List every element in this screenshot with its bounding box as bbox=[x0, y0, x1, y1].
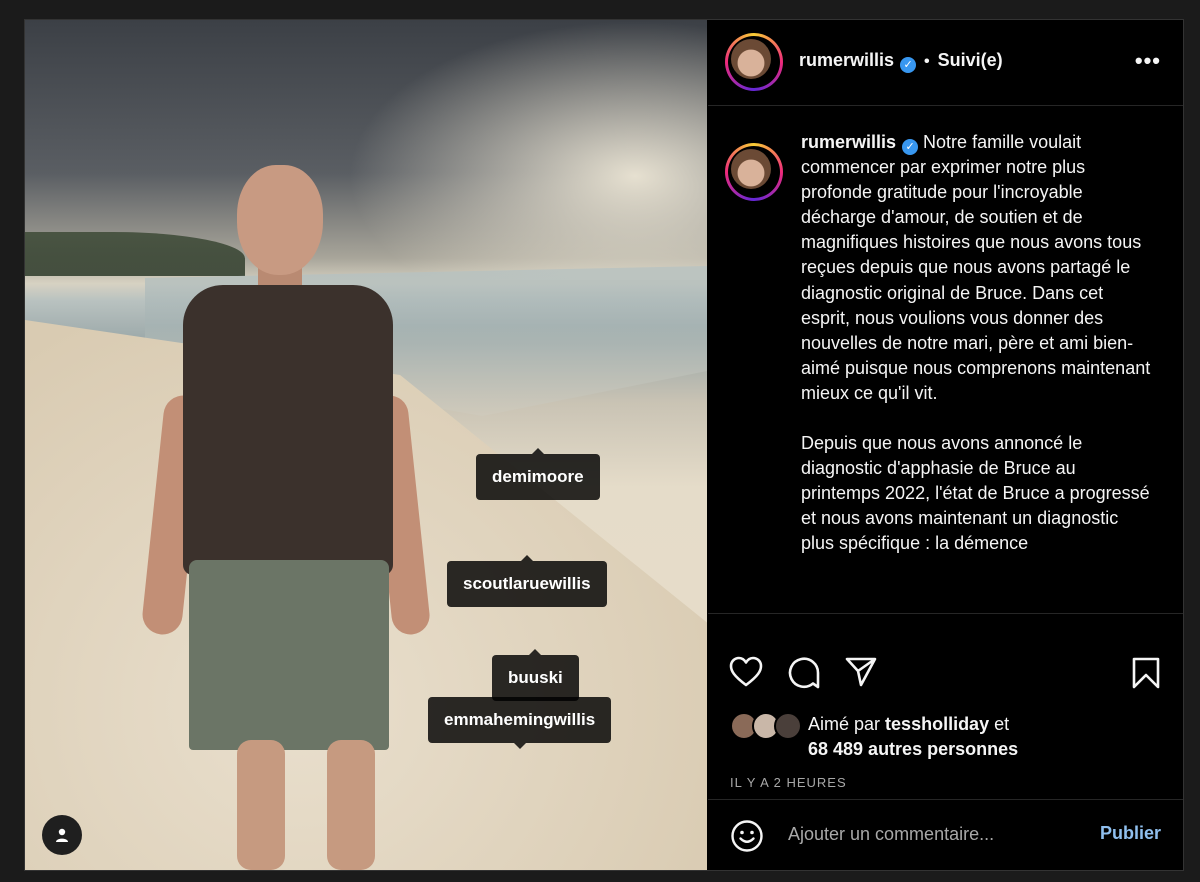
photo-tag-emmahemingwillis[interactable]: emmahemingwillis bbox=[428, 697, 612, 749]
left-leg bbox=[237, 740, 285, 870]
post-timestamp[interactable]: IL Y A 2 HEURES bbox=[730, 775, 847, 790]
tagged-users-button[interactable] bbox=[42, 815, 82, 855]
comment-input[interactable]: Ajouter un commentaire... bbox=[788, 824, 994, 845]
liker-username[interactable]: tessholliday bbox=[885, 714, 989, 734]
comment-bar: Ajouter un commentaire... Publier bbox=[708, 799, 1183, 871]
photo-tag-buuski[interactable]: buuski bbox=[492, 649, 579, 701]
shirt bbox=[183, 285, 393, 575]
likes-summary: Aimé par tessholliday et 68 489 autres p… bbox=[808, 712, 1018, 762]
likes-conjunction: et bbox=[994, 714, 1010, 734]
man-on-beach bbox=[140, 165, 432, 870]
post-photo[interactable]: demimoore scoutlaruewillis buuski emmahe… bbox=[25, 20, 707, 870]
paper-plane-icon[interactable] bbox=[844, 656, 878, 688]
post-header: rumerwillis ✓ • Suivi(e) ••• bbox=[708, 20, 1183, 106]
follow-status-button[interactable]: Suivi(e) bbox=[938, 50, 1003, 70]
right-leg bbox=[327, 740, 375, 870]
post-actions: Aimé par tessholliday et 68 489 autres p… bbox=[708, 613, 1183, 800]
caption-paragraph-1: rumerwillis ✓ Notre famille voulait commen… bbox=[801, 130, 1151, 406]
header-user-line: rumerwillis ✓ • Suivi(e) bbox=[799, 50, 1003, 73]
photo-tag-scoutlaruewillis[interactable]: scoutlaruewillis bbox=[447, 555, 607, 607]
likes-others-count[interactable]: 68 489 autres personnes bbox=[808, 739, 1018, 759]
verified-badge-icon: ✓ bbox=[900, 57, 917, 73]
header-separator: • bbox=[924, 53, 930, 70]
post-modal: demimoore scoutlaruewillis buuski emmahe… bbox=[24, 19, 1184, 871]
caption-text: rumerwillis ✓ Notre famille voulait commen… bbox=[801, 130, 1151, 582]
caption-paragraph-1-text: Notre famille voulait commencer par expr… bbox=[801, 132, 1151, 403]
user-icon bbox=[56, 828, 68, 842]
smiley-icon[interactable] bbox=[730, 819, 764, 853]
header-avatar[interactable] bbox=[725, 33, 783, 91]
liker-avatar-3 bbox=[774, 712, 802, 740]
avatar-photo bbox=[731, 39, 771, 79]
caption-paragraph-2: Depuis que nous avons annoncé le diagnos… bbox=[801, 433, 1150, 554]
shorts bbox=[189, 560, 389, 750]
header-username[interactable]: rumerwillis bbox=[799, 50, 894, 70]
likes-prefix: Aimé par bbox=[808, 714, 881, 734]
avatar-photo bbox=[731, 149, 771, 189]
post-side-panel: rumerwillis ✓ • Suivi(e) ••• rumerwillis ✓ No… bbox=[708, 20, 1183, 870]
comment-bubble-icon[interactable] bbox=[787, 656, 821, 690]
caption-username[interactable]: rumerwillis bbox=[801, 132, 896, 152]
photo-tag-demimoore[interactable]: demimoore bbox=[476, 448, 600, 500]
caption-area: rumerwillis ✓ Notre famille voulait commen… bbox=[708, 106, 1183, 612]
caption-avatar[interactable] bbox=[725, 143, 783, 201]
bookmark-icon[interactable] bbox=[1131, 656, 1161, 690]
verified-badge-icon: ✓ bbox=[902, 139, 919, 155]
more-options-button[interactable]: ••• bbox=[1135, 48, 1161, 74]
publish-button[interactable]: Publier bbox=[1100, 823, 1161, 844]
head bbox=[237, 165, 323, 275]
heart-icon[interactable] bbox=[729, 656, 763, 688]
